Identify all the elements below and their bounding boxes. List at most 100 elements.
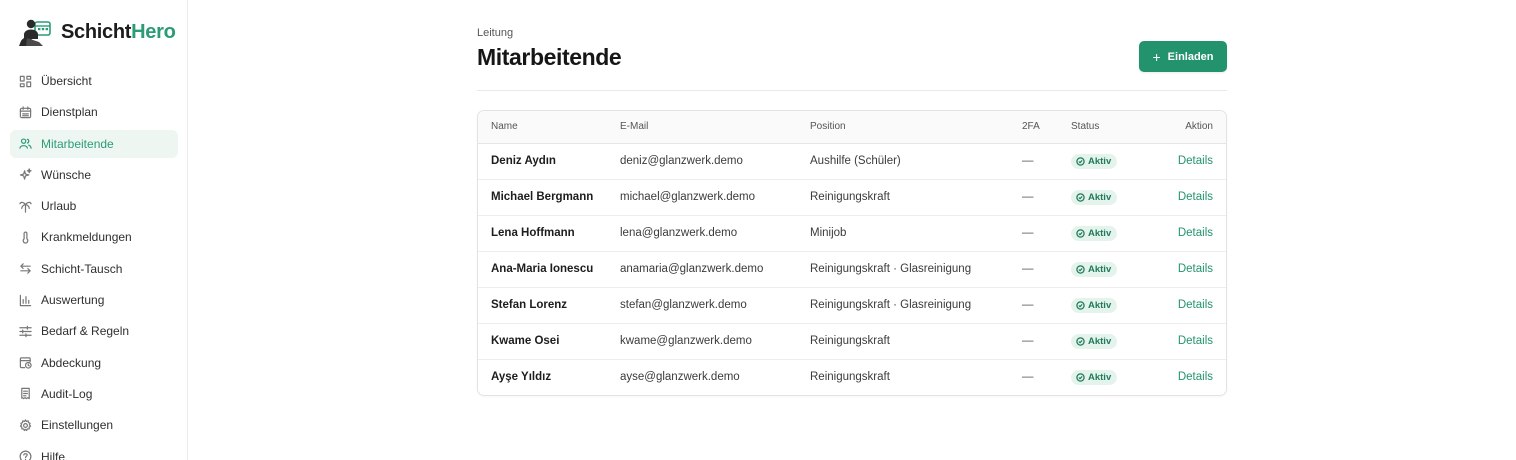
cell-status: Aktiv — [1071, 178, 1151, 215]
cell-status: Aktiv — [1071, 358, 1151, 395]
invite-button[interactable]: + Einladen — [1139, 41, 1227, 72]
sidebar-item-einstellungen[interactable]: Einstellungen — [10, 411, 178, 439]
column-header-position[interactable]: Position — [810, 111, 1022, 144]
sidebar-item-urlaub[interactable]: Urlaub — [10, 192, 178, 220]
cell-action: Details — [1151, 143, 1226, 179]
column-header-2fa[interactable]: 2FA — [1022, 111, 1071, 144]
cell-position: Minijob — [810, 214, 1022, 251]
column-header-email[interactable]: E-Mail — [620, 111, 810, 144]
table-row: Deniz Aydın deniz@glanzwerk.demo Aushilfe … — [478, 143, 1226, 179]
brand-name: SchichtHero — [61, 21, 176, 44]
status-badge-label: Aktiv — [1088, 263, 1112, 275]
table-row: Michael Bergmann michael@glanzwerk.demo Re… — [478, 178, 1226, 215]
sidebar-item-label: Urlaub — [41, 199, 77, 214]
details-link[interactable]: Details — [1178, 227, 1213, 239]
calendar-icon — [19, 106, 32, 119]
cell-name: Kwame Osei — [478, 322, 620, 359]
status-badge-label: Aktiv — [1088, 335, 1112, 347]
cell-name: Deniz Aydın — [491, 155, 556, 167]
status-badge-label: Aktiv — [1088, 299, 1112, 311]
brand-name-part2: Hero — [131, 20, 176, 43]
sidebar-item-label: Übersicht — [41, 74, 92, 88]
check-circle-icon — [1076, 336, 1088, 346]
status-badge-label: Aktiv — [1088, 371, 1112, 383]
bar-chart-icon — [19, 294, 32, 307]
check-circle-icon — [1076, 228, 1088, 238]
sliders-icon — [19, 325, 32, 338]
grid-icon — [19, 75, 32, 88]
sidebar-item-schicht-tausch[interactable]: Schicht-Tausch — [10, 255, 178, 283]
employees-table: Name E-Mail Position 2FA Status Aktion D… — [477, 110, 1227, 396]
breadcrumb[interactable]: Leitung — [477, 27, 513, 39]
sidebar-item-auswertung[interactable]: Auswertung — [10, 286, 178, 314]
sidebar-item-wuensche[interactable]: Wünsche — [10, 161, 178, 189]
cell-action: Details — [1151, 358, 1226, 395]
cell-status: Aktiv — [1071, 143, 1151, 179]
cell-email: lena@glanzwerk.demo — [620, 214, 810, 251]
cell-name: Stefan Lorenz — [478, 286, 620, 323]
table-header-row: Name E-Mail Position 2FA Status Aktion — [478, 111, 1226, 144]
sidebar-nav: Übersicht Dienstplan Mitarbeitende Wünsc… — [10, 67, 178, 460]
sidebar-item-uebersicht[interactable]: Übersicht — [10, 67, 178, 95]
details-link[interactable]: Details — [1178, 371, 1213, 383]
brand-logo[interactable]: SchichtHero — [18, 17, 176, 47]
cell-name: Lena Hoffmann — [478, 214, 620, 251]
sidebar-item-audit-log[interactable]: Audit-Log — [10, 380, 178, 408]
status-badge-label: Aktiv — [1088, 155, 1112, 167]
sidebar: SchichtHero Übersicht Dienstplan Mitarbe… — [0, 0, 188, 460]
details-link[interactable]: Details — [1178, 299, 1213, 311]
cell-position: Reinigungskraft — [810, 358, 1022, 395]
column-header-status[interactable]: Status — [1071, 111, 1151, 144]
sidebar-item-label: Wünsche — [41, 167, 92, 182]
cell-action: Details — [1151, 178, 1226, 215]
column-header-action: Aktion — [1151, 111, 1226, 144]
cell-email: michael@glanzwerk.demo — [620, 178, 810, 215]
sidebar-item-label: Mitarbeitende — [41, 136, 114, 151]
sidebar-item-label: Dienstplan — [41, 105, 98, 120]
cell-position: Reinigungskraft · Glasreinigung — [810, 286, 1022, 323]
column-header-name[interactable]: Name — [478, 111, 620, 144]
table-row: Ana-Maria Ionescu anamaria@glanzwerk.demo… — [478, 250, 1226, 287]
status-badge: Aktiv — [1071, 369, 1118, 385]
cell-position: Aushilfe (Schüler) — [810, 155, 901, 167]
cell-2fa: — — [1022, 358, 1071, 395]
table-row: Ayşe Yıldız ayse@glanzwerk.demo Reinigungs… — [478, 358, 1226, 395]
details-link[interactable]: Details — [1178, 263, 1213, 275]
status-badge: Aktiv — [1071, 297, 1118, 313]
brand-name-part1: Schicht — [61, 20, 132, 43]
sidebar-item-label: Hilfe — [41, 449, 66, 460]
invite-button-label: Einladen — [1167, 50, 1214, 63]
receipt-icon — [19, 387, 32, 400]
cell-email: anamaria@glanzwerk.demo — [620, 250, 810, 287]
sidebar-item-abdeckung[interactable]: Abdeckung — [10, 349, 178, 377]
sidebar-item-label: Bedarf & Regeln — [41, 324, 130, 339]
cell-position: Reinigungskraft — [810, 322, 1022, 359]
gear-icon — [19, 419, 32, 432]
check-circle-icon — [1076, 156, 1088, 166]
sidebar-item-bedarf-regeln[interactable]: Bedarf & Regeln — [10, 317, 178, 345]
sidebar-item-dienstplan[interactable]: Dienstplan — [10, 98, 178, 126]
cell-name: Ayşe Yıldız — [478, 358, 620, 395]
cell-action: Details — [1151, 286, 1226, 323]
check-circle-icon — [1076, 264, 1088, 274]
details-link[interactable]: Details — [1178, 191, 1213, 203]
cell-position: Reinigungskraft — [810, 178, 1022, 215]
cell-2fa: — — [1022, 178, 1071, 215]
sidebar-item-hilfe[interactable]: Hilfe — [10, 443, 178, 460]
cell-email: ayse@glanzwerk.demo — [620, 358, 810, 395]
cell-action: Details — [1151, 214, 1226, 251]
status-badge-label: Aktiv — [1088, 191, 1112, 203]
table-row: Kwame Osei kwame@glanzwerk.demo Reinigungs… — [478, 322, 1226, 359]
cell-email: deniz@glanzwerk.demo — [620, 155, 743, 167]
check-circle-icon — [1076, 192, 1088, 202]
cell-status: Aktiv — [1071, 322, 1151, 359]
details-link[interactable]: Details — [1178, 155, 1213, 167]
palm-tree-icon — [19, 200, 32, 213]
sidebar-item-mitarbeitende[interactable]: Mitarbeitende — [10, 129, 178, 158]
sidebar-item-krankmeldungen[interactable]: Krankmeldungen — [10, 223, 178, 251]
details-link[interactable]: Details — [1178, 335, 1213, 347]
cell-status: Aktiv — [1071, 214, 1151, 251]
sidebar-item-label: Abdeckung — [41, 355, 102, 370]
cell-email: stefan@glanzwerk.demo — [620, 286, 810, 323]
help-circle-icon — [19, 450, 32, 460]
